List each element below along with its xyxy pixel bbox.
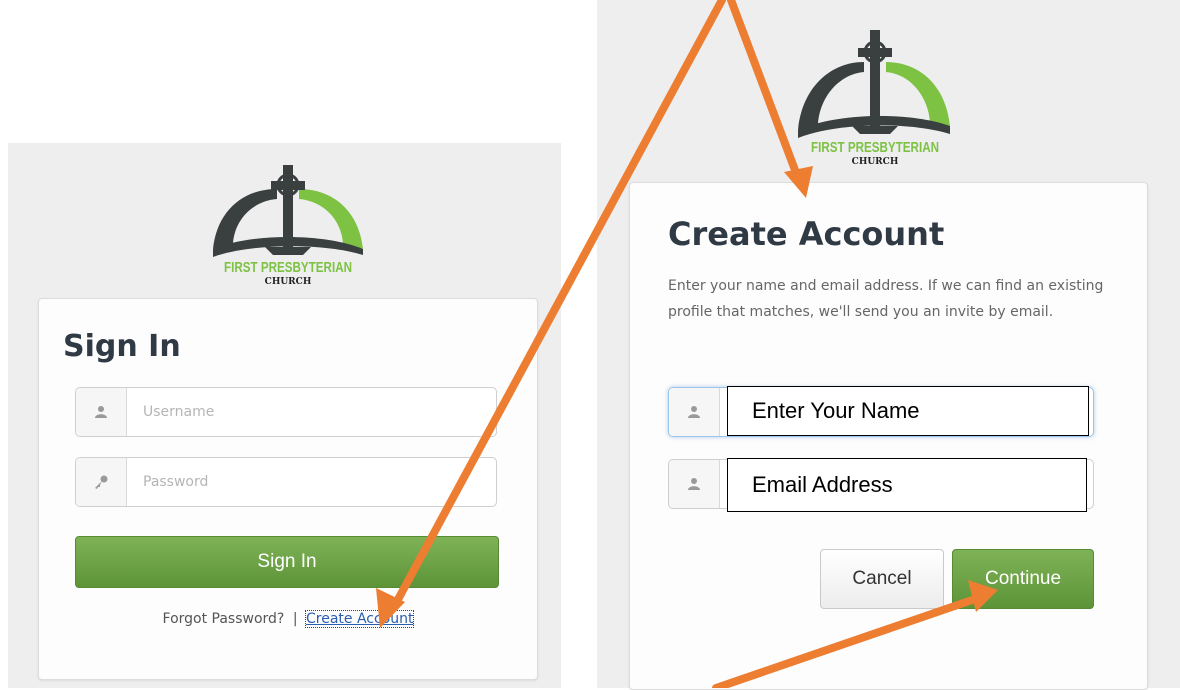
logo-name-line2: CHURCH bbox=[852, 157, 899, 167]
logo-name-line1: FIRST PRESBYTERIAN bbox=[811, 139, 939, 156]
page-title: Create Account bbox=[668, 215, 945, 253]
signin-card: Sign In Sign In Forgot Password? | Creat… bbox=[38, 298, 538, 680]
create-account-panel: FIRST PRESBYTERIAN CHURCH Create Account… bbox=[597, 0, 1180, 690]
signin-button[interactable]: Sign In bbox=[75, 536, 499, 588]
create-account-description: Enter your name and email address. If we… bbox=[668, 278, 1104, 320]
continue-button[interactable]: Continue bbox=[952, 549, 1094, 609]
signin-links: Forgot Password? | Create Account bbox=[39, 610, 537, 628]
logo-name-line1: FIRST PRESBYTERIAN bbox=[224, 259, 352, 276]
email-overlay-label: Email Address bbox=[727, 458, 1087, 512]
user-icon bbox=[76, 388, 127, 436]
username-input[interactable] bbox=[127, 387, 496, 437]
password-input[interactable] bbox=[127, 457, 496, 507]
church-logo: FIRST PRESBYTERIAN CHURCH bbox=[213, 165, 363, 287]
key-icon bbox=[76, 458, 127, 506]
cancel-button[interactable]: Cancel bbox=[820, 549, 944, 609]
logo-name-line2: CHURCH bbox=[265, 277, 312, 287]
create-account-card: Create Account Enter your name and email… bbox=[629, 182, 1148, 690]
forgot-password-link[interactable]: Forgot Password? bbox=[163, 611, 285, 627]
signin-panel: FIRST PRESBYTERIAN CHURCH Sign In Sign I… bbox=[8, 143, 561, 688]
user-icon bbox=[669, 460, 720, 508]
name-overlay-label: Enter Your Name bbox=[727, 386, 1089, 436]
password-field[interactable] bbox=[75, 457, 497, 507]
church-logo: FIRST PRESBYTERIAN CHURCH bbox=[798, 30, 950, 167]
user-icon bbox=[669, 388, 720, 436]
username-field[interactable] bbox=[75, 387, 497, 437]
link-separator: | bbox=[292, 611, 298, 627]
create-account-link[interactable]: Create Account bbox=[304, 610, 415, 628]
page-title: Sign In bbox=[63, 329, 181, 364]
